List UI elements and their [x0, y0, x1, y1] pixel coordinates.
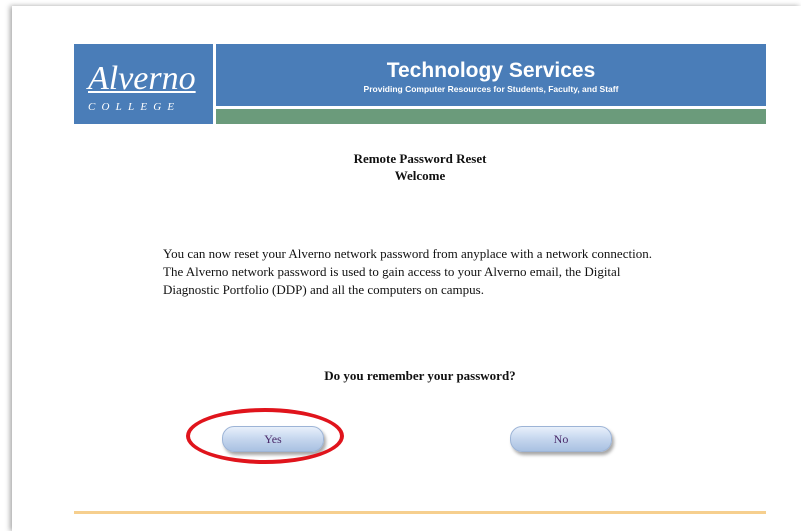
page-title-block: Remote Password Reset Welcome: [74, 150, 766, 184]
logo-subtitle: COLLEGE: [88, 101, 181, 113]
alverno-logo[interactable]: Alverno COLLEGE: [74, 44, 213, 124]
banner-title: Technology Services: [386, 59, 596, 82]
site-header: Alverno COLLEGE Technology Services Prov…: [74, 44, 766, 124]
page-title: Remote Password Reset: [353, 151, 487, 166]
password-question: Do you remember your password?: [324, 368, 516, 383]
header-banner: Technology Services Providing Computer R…: [216, 44, 766, 106]
logo-name: Alverno: [88, 60, 196, 97]
yes-button[interactable]: Yes: [222, 426, 324, 452]
header-accent-bar: [216, 109, 766, 124]
no-button[interactable]: No: [510, 426, 612, 452]
intro-paragraph: You can now reset your Alverno network p…: [163, 246, 652, 297]
footer-divider: [74, 511, 766, 514]
banner-subtitle: Providing Computer Resources for Student…: [363, 84, 619, 94]
page-subtitle: Welcome: [394, 168, 446, 183]
